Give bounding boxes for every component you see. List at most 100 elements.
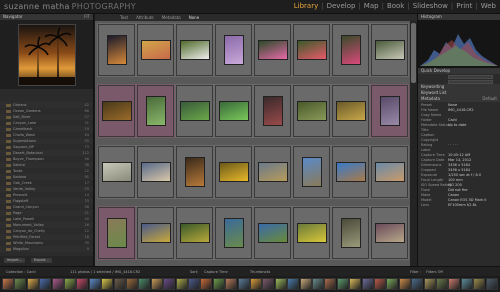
- filmstrip-thumbnail[interactable]: [150, 278, 163, 290]
- metadata-field-value[interactable]: Did not fire: [448, 188, 468, 192]
- filmstrip-thumbnail[interactable]: [225, 278, 238, 290]
- module-book[interactable]: Book: [387, 2, 404, 10]
- photo-thumbnail[interactable]: [296, 40, 327, 60]
- module-slideshow[interactable]: Slideshow: [413, 2, 448, 10]
- filmstrip-thumbnail[interactable]: [101, 278, 114, 290]
- filmstrip-thumbnail[interactable]: [39, 278, 52, 290]
- photo-thumbnail[interactable]: [101, 101, 132, 121]
- grid-cell[interactable]: [136, 206, 175, 260]
- filmstrip-thumbnail[interactable]: [237, 278, 250, 290]
- grid-cell[interactable]: [331, 23, 370, 77]
- filmstrip-thumbnail[interactable]: [126, 278, 138, 290]
- filmstrip-thumbnail[interactable]: [349, 278, 362, 290]
- photo-thumbnail[interactable]: [140, 162, 171, 182]
- filmstrip-thumbnail[interactable]: [336, 278, 349, 290]
- grid-cell[interactable]: [97, 23, 136, 77]
- metadata-field-value[interactable]: Canon EOS 5D Mark II: [448, 198, 486, 202]
- photo-thumbnail[interactable]: [145, 96, 166, 126]
- filmstrip-thumbnail[interactable]: [200, 278, 213, 290]
- filmstrip-thumbnail[interactable]: [460, 278, 473, 290]
- folder-row[interactable]: Mogollon 9: [0, 246, 93, 252]
- filmstrip-thumbnail[interactable]: [312, 278, 324, 290]
- filmstrip-thumbnail[interactable]: [250, 278, 262, 290]
- filmstrip-thumbnail[interactable]: [485, 278, 498, 290]
- filmstrip-thumbnail[interactable]: [287, 278, 300, 290]
- filmstrip-thumbnail[interactable]: [175, 278, 188, 290]
- filmstrip-thumbnail[interactable]: [212, 278, 225, 290]
- qd-field[interactable]: [448, 74, 493, 79]
- grid-cell[interactable]: [253, 145, 292, 199]
- filmstrip-thumbnail[interactable]: [76, 278, 89, 290]
- grid-cell[interactable]: [292, 23, 331, 77]
- metadata-field-value[interactable]: Up to date: [448, 123, 466, 127]
- metadata-field-value[interactable]: ISO 200: [448, 183, 462, 187]
- filmstrip-thumbnail[interactable]: [361, 278, 374, 290]
- grid-cell[interactable]: [175, 23, 214, 77]
- filmstrip-thumbnail[interactable]: [386, 278, 399, 290]
- module-develop[interactable]: Develop: [327, 2, 356, 10]
- grid-cell[interactable]: [97, 84, 136, 138]
- metadata-field-value[interactable]: 3456 x 5184: [448, 163, 470, 167]
- filmstrip-thumbnail[interactable]: [324, 278, 337, 290]
- module-web[interactable]: Web: [481, 2, 496, 10]
- grid-cell[interactable]: [97, 145, 136, 199]
- grid-cell[interactable]: [214, 84, 253, 138]
- filmstrip-thumbnail[interactable]: [398, 278, 411, 290]
- photo-thumbnail[interactable]: [296, 101, 327, 121]
- photo-thumbnail[interactable]: [301, 157, 322, 187]
- filter-value[interactable]: Filters Off: [426, 269, 443, 275]
- grid-cell[interactable]: [136, 23, 175, 77]
- metadata-field-value[interactable]: 1/250 sec at f / 8.0: [448, 173, 481, 177]
- filmstrip-thumbnail[interactable]: [374, 278, 386, 290]
- filmstrip-thumbnail[interactable]: [64, 278, 76, 290]
- photo-thumbnail[interactable]: [296, 223, 327, 243]
- filter-none[interactable]: None: [189, 15, 199, 20]
- filmstrip-thumbnail[interactable]: [113, 278, 126, 290]
- grid-cell[interactable]: [370, 23, 409, 77]
- photo-thumbnail[interactable]: [257, 40, 288, 60]
- grid-cell[interactable]: [331, 84, 370, 138]
- photo-thumbnail[interactable]: [335, 162, 366, 182]
- photo-thumbnail[interactable]: [179, 40, 210, 60]
- photo-thumbnail[interactable]: [101, 162, 132, 182]
- metadata-field-value[interactable]: EF100mm f/2.8L: [448, 203, 477, 207]
- filmstrip-thumbnail[interactable]: [163, 278, 176, 290]
- grid-cell[interactable]: [175, 206, 214, 260]
- filmstrip-thumbnail[interactable]: [473, 278, 486, 290]
- photo-thumbnail[interactable]: [223, 35, 244, 65]
- grid-cell[interactable]: [331, 145, 370, 199]
- grid-cell[interactable]: [292, 145, 331, 199]
- filter-attribute[interactable]: Attribute: [136, 15, 154, 20]
- photo-thumbnail[interactable]: [140, 40, 171, 60]
- filmstrip-thumbnail[interactable]: [411, 278, 424, 290]
- photo-thumbnail[interactable]: [179, 101, 210, 121]
- grid-cell[interactable]: [136, 84, 175, 138]
- navigator-preview[interactable]: [0, 20, 93, 89]
- import-button[interactable]: Import...: [4, 258, 25, 263]
- photo-thumbnail[interactable]: [262, 96, 283, 126]
- grid-cell[interactable]: [97, 206, 136, 260]
- grid-cell[interactable]: [175, 84, 214, 138]
- photo-thumbnail[interactable]: [374, 40, 405, 60]
- metadata-field-value[interactable]: 10:45:12 AM: [448, 153, 470, 157]
- navigator-zoom[interactable]: FIT: [84, 14, 90, 20]
- module-print[interactable]: Print: [456, 2, 472, 10]
- metadata-field-value[interactable]: 3456 x 5184: [448, 168, 470, 172]
- photo-thumbnail[interactable]: [340, 35, 361, 65]
- photo-thumbnail[interactable]: [374, 223, 405, 243]
- photo-thumbnail[interactable]: [374, 162, 405, 182]
- grid-cell[interactable]: [292, 206, 331, 260]
- photo-thumbnail[interactable]: [140, 223, 171, 243]
- module-library[interactable]: Library: [294, 2, 318, 10]
- photo-thumbnail[interactable]: [257, 223, 288, 243]
- metadata-field-value[interactable]: None: [448, 103, 457, 107]
- metadata-field-value[interactable]: 100 mm: [448, 178, 463, 182]
- grid-cell[interactable]: [214, 145, 253, 199]
- filmstrip-thumbnail[interactable]: [262, 278, 275, 290]
- module-map[interactable]: Map: [364, 2, 379, 10]
- grid-cell[interactable]: [136, 145, 175, 199]
- grid-cell[interactable]: [253, 23, 292, 77]
- photo-thumbnail[interactable]: [179, 223, 210, 243]
- photo-thumbnail[interactable]: [257, 162, 288, 182]
- grid-cell[interactable]: [370, 145, 409, 199]
